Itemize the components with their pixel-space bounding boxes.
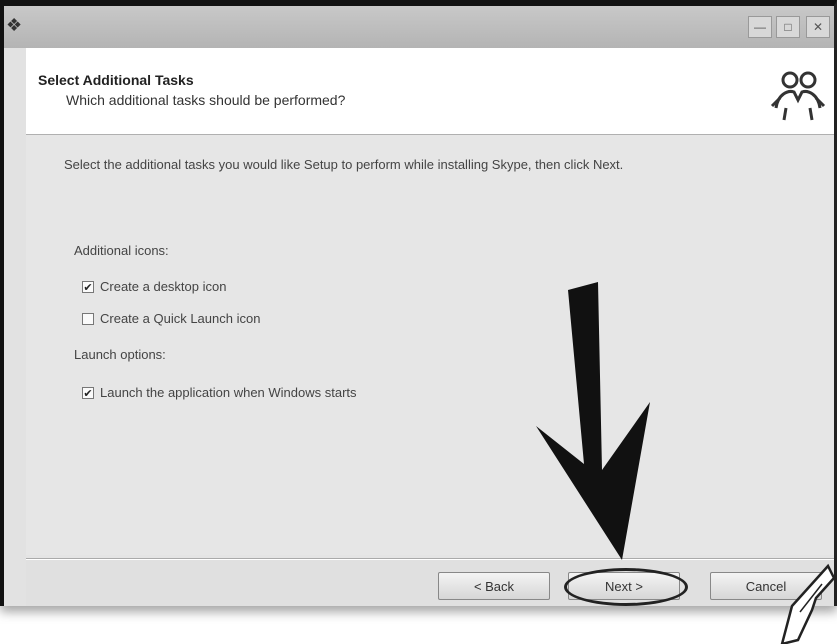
option-label: Launch the application when Windows star… (100, 385, 357, 400)
checkbox-quick-launch-icon[interactable] (82, 312, 94, 325)
close-button[interactable]: ✕ (806, 16, 830, 38)
installer-window: ❖ — □ ✕ Select Additional Tasks Which ad… (0, 0, 837, 606)
option-label: Create a Quick Launch icon (100, 311, 261, 326)
option-label: Create a desktop icon (100, 279, 227, 294)
maximize-button[interactable]: □ (776, 16, 800, 38)
skype-people-icon (770, 71, 826, 121)
option-launch-on-startup[interactable]: ✔ Launch the application when Windows st… (82, 385, 357, 400)
app-icon: ❖ (6, 15, 23, 35)
minimize-button[interactable]: — (748, 16, 772, 38)
title-bar: ❖ — □ ✕ (4, 6, 834, 48)
highlight-circle (564, 568, 688, 606)
checkbox-launch-on-startup[interactable]: ✔ (82, 386, 94, 400)
launch-options-label: Launch options: (74, 347, 166, 362)
wizard-footer: < Back Next > Cancel (26, 560, 834, 606)
page-subtitle: Which additional tasks should be perform… (66, 92, 346, 108)
option-quick-launch-icon[interactable]: Create a Quick Launch icon (82, 311, 260, 326)
cancel-button[interactable]: Cancel (710, 572, 822, 600)
left-strip (4, 48, 26, 606)
instruction-text: Select the additional tasks you would li… (64, 157, 624, 172)
back-button[interactable]: < Back (438, 572, 550, 600)
additional-icons-label: Additional icons: (74, 243, 169, 258)
wizard-header: Select Additional Tasks Which additional… (26, 48, 834, 135)
wizard-body: Select the additional tasks you would li… (26, 135, 834, 555)
checkbox-desktop-icon[interactable]: ✔ (82, 280, 94, 294)
page-title: Select Additional Tasks (38, 72, 194, 88)
option-desktop-icon[interactable]: ✔ Create a desktop icon (82, 279, 226, 294)
